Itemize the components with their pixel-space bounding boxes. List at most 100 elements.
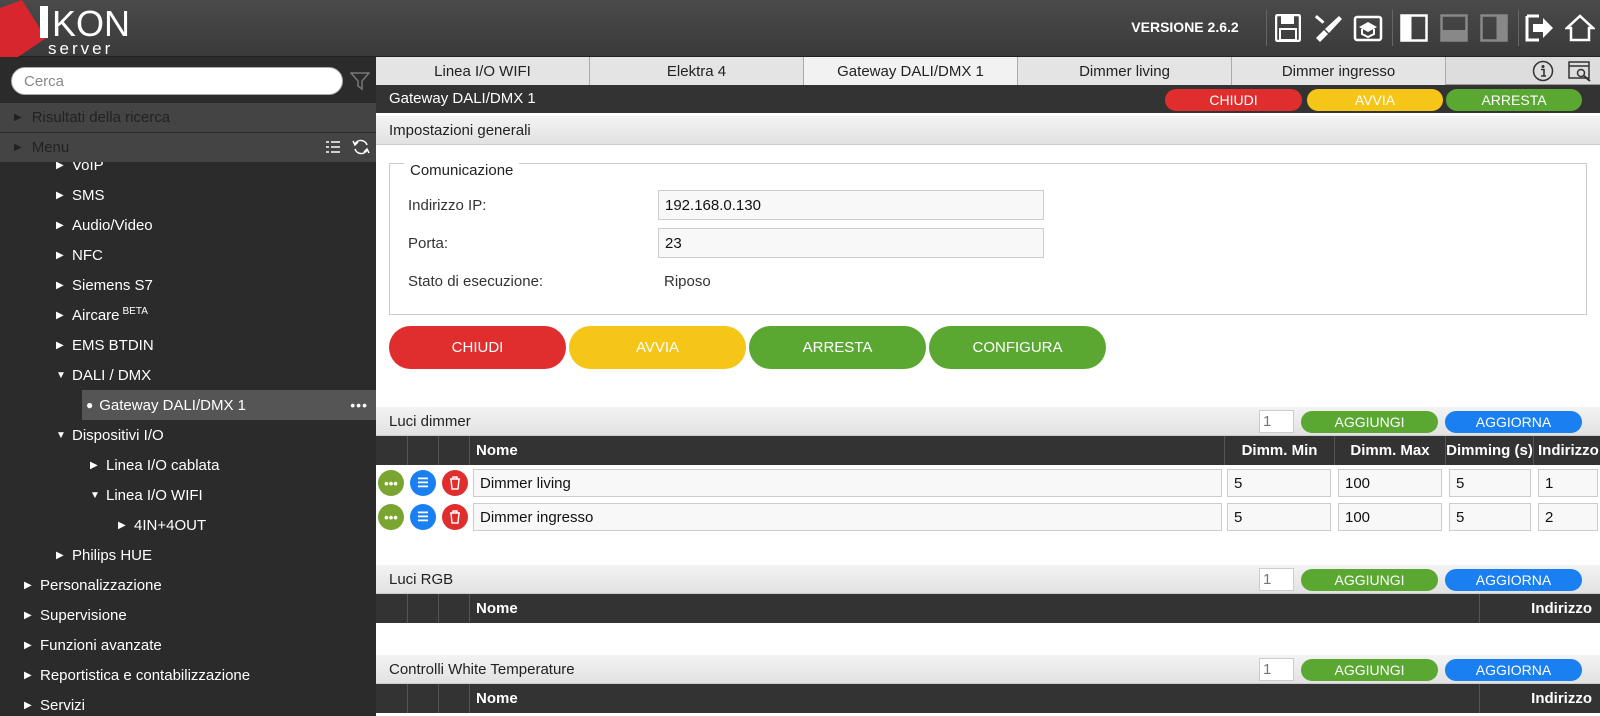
header-close-button[interactable]: CHIUDI — [1165, 89, 1302, 111]
search-results-header[interactable]: ▶ Risultati della ricerca — [0, 103, 376, 132]
close-button[interactable]: CHIUDI — [389, 326, 566, 369]
trash-icon[interactable] — [442, 470, 468, 496]
trash-icon[interactable] — [442, 504, 468, 530]
more-icon[interactable]: ••• — [378, 504, 404, 530]
menu-item-dispositivi-io[interactable]: ▼ Dispositivi I/O — [0, 420, 376, 450]
menu-item-aircare[interactable]: ▶ Aircare BETA — [0, 300, 376, 330]
more-options-icon[interactable]: ••• — [350, 397, 368, 413]
cell-dimm-max[interactable]: 100 — [1338, 469, 1442, 497]
dimmer-section-title: Luci dimmer — [389, 412, 471, 430]
menu-item-siemens-s7[interactable]: ▶ Siemens S7 — [0, 270, 376, 300]
triangle-right-icon: ▶ — [118, 519, 126, 531]
table-row: ••• ☰ Dimmer living 5 100 5 1 — [376, 466, 1600, 500]
menu-item-ems-btdin[interactable]: ▶ EMS BTDIN — [0, 330, 376, 360]
tab-dimmer-living[interactable]: Dimmer living — [1018, 57, 1232, 85]
configure-button[interactable]: CONFIGURA — [929, 326, 1106, 369]
col-nome: Nome — [469, 684, 1479, 713]
version-label: VERSIONE 2.6.2 — [1131, 19, 1239, 35]
cell-dimming[interactable]: 5 — [1449, 503, 1531, 531]
panel-title: Gateway DALI/DMX 1 — [389, 90, 536, 107]
menu-item-voip[interactable]: ▶ VoIP — [0, 162, 376, 180]
kon-logo: KON server — [0, 0, 160, 58]
menu-item-supervisione[interactable]: ▶ Supervisione — [0, 600, 376, 630]
tab-dimmer-ingresso[interactable]: Dimmer ingresso — [1232, 57, 1446, 85]
triangle-right-icon: ▶ — [14, 112, 22, 123]
header-spacer — [407, 684, 438, 713]
rgb-section-title: Luci RGB — [389, 570, 454, 588]
list-icon[interactable]: ☰ — [410, 470, 436, 496]
menu-item-linea-io-cablata[interactable]: ▶ Linea I/O cablata — [0, 450, 376, 480]
triangle-down-icon: ▼ — [56, 369, 66, 381]
menu-item-reportistica[interactable]: ▶ Reportistica e contabilizzazione — [0, 660, 376, 690]
menu-item-nfc[interactable]: ▶ NFC — [0, 240, 376, 270]
header-spacer — [407, 436, 438, 465]
menu-item-4in-4out[interactable]: ▶ 4IN+4OUT — [0, 510, 376, 540]
rgb-count-input[interactable] — [1259, 568, 1294, 591]
dimmer-refresh-button[interactable]: AGGIORNA — [1445, 411, 1582, 433]
list-icon[interactable] — [325, 139, 341, 159]
logout-icon[interactable] — [1524, 11, 1556, 45]
stop-button[interactable]: ARRESTA — [749, 326, 926, 369]
header-start-button[interactable]: AVVIA — [1307, 89, 1443, 111]
triangle-right-icon: ▶ — [24, 699, 32, 711]
search-results-label: Risultati della ricerca — [31, 109, 171, 126]
col-dimm-max: Dimm. Max — [1334, 436, 1445, 465]
menu-item-gateway-dali-dmx-1[interactable]: ● Gateway DALI/DMX 1 ••• — [82, 390, 376, 420]
state-label: Stato di esecuzione: — [408, 273, 544, 290]
port-input[interactable] — [658, 228, 1044, 258]
more-icon[interactable]: ••• — [378, 470, 404, 496]
cell-dimming[interactable]: 5 — [1449, 469, 1531, 497]
save-icon[interactable] — [1272, 11, 1304, 45]
menu-header[interactable]: ▶ Menu — [0, 133, 376, 162]
cell-dimm-max[interactable]: 100 — [1338, 503, 1442, 531]
triangle-right-icon: ▶ — [14, 142, 22, 153]
filter-icon[interactable] — [349, 71, 371, 94]
bullet-icon: ● — [86, 398, 94, 412]
ip-address-input[interactable] — [658, 190, 1044, 220]
education-icon[interactable] — [1352, 11, 1384, 45]
rgb-add-button[interactable]: AGGIUNGI — [1301, 569, 1438, 591]
cell-dimm-min[interactable]: 5 — [1227, 503, 1331, 531]
info-icon[interactable] — [1532, 60, 1554, 85]
white-add-button[interactable]: AGGIUNGI — [1301, 659, 1438, 681]
menu-item-personalizzazione[interactable]: ▶ Personalizzazione — [0, 570, 376, 600]
layout-left-icon[interactable] — [1398, 11, 1430, 45]
general-settings-header: Impostazioni generali — [376, 116, 1600, 145]
col-dimming: Dimming (s) — [1445, 436, 1533, 465]
brush-icon[interactable] — [1312, 11, 1344, 45]
layout-right-icon[interactable] — [1478, 11, 1510, 45]
cell-dimm-min[interactable]: 5 — [1227, 469, 1331, 497]
layout-bottom-icon[interactable] — [1438, 11, 1470, 45]
search-input[interactable] — [11, 67, 343, 95]
dimmer-add-button[interactable]: AGGIUNGI — [1301, 411, 1438, 433]
list-icon[interactable]: ☰ — [410, 504, 436, 530]
triangle-right-icon: ▶ — [24, 639, 32, 651]
cell-indirizzo[interactable]: 1 — [1538, 469, 1598, 497]
tab-gateway-dali-dmx-1[interactable]: Gateway DALI/DMX 1 — [804, 57, 1018, 85]
tab-elektra-4[interactable]: Elektra 4 — [590, 57, 804, 85]
cell-name[interactable]: Dimmer ingresso — [473, 503, 1222, 531]
start-button[interactable]: AVVIA — [569, 326, 746, 369]
menu-item-servizi[interactable]: ▶ Servizi — [0, 690, 376, 716]
refresh-icon[interactable] — [352, 138, 370, 160]
triangle-right-icon: ▶ — [56, 309, 64, 321]
tab-linea-io-wifi[interactable]: Linea I/O WIFI — [376, 57, 590, 85]
header-stop-button[interactable]: ARRESTA — [1446, 89, 1582, 111]
dimmer-count-input[interactable] — [1259, 410, 1294, 433]
search-window-icon[interactable] — [1568, 60, 1592, 85]
rgb-table-header: Nome Indirizzo — [376, 594, 1600, 623]
table-row: ••• ☰ Dimmer ingresso 5 100 5 2 — [376, 500, 1600, 534]
cell-name[interactable]: Dimmer living — [473, 469, 1222, 497]
triangle-down-icon: ▼ — [90, 489, 100, 501]
menu-item-dali-dmx[interactable]: ▼ DALI / DMX — [0, 360, 376, 390]
cell-indirizzo[interactable]: 2 — [1538, 503, 1598, 531]
menu-item-sms[interactable]: ▶ SMS — [0, 180, 376, 210]
menu-item-linea-io-wifi[interactable]: ▼ Linea I/O WIFI — [0, 480, 376, 510]
menu-item-funzioni-avanzate[interactable]: ▶ Funzioni avanzate — [0, 630, 376, 660]
white-count-input[interactable] — [1259, 658, 1294, 681]
menu-item-audio-video[interactable]: ▶ Audio/Video — [0, 210, 376, 240]
home-icon[interactable] — [1564, 11, 1596, 45]
menu-item-philips-hue[interactable]: ▶ Philips HUE — [0, 540, 376, 570]
white-refresh-button[interactable]: AGGIORNA — [1445, 659, 1582, 681]
rgb-refresh-button[interactable]: AGGIORNA — [1445, 569, 1582, 591]
